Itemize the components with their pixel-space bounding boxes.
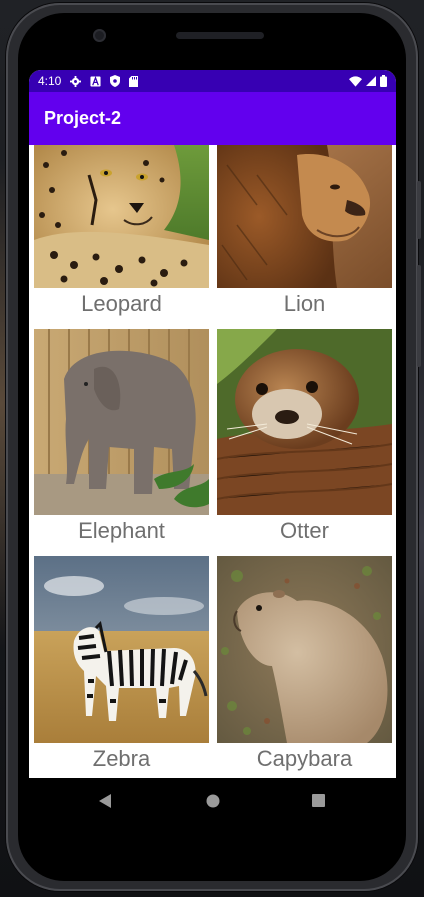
home-icon[interactable] bbox=[206, 794, 220, 808]
front-camera bbox=[93, 29, 106, 42]
animal-label: Lion bbox=[283, 291, 326, 316]
grid-item-elephant[interactable]: Elephant bbox=[34, 329, 209, 544]
capybara-photo bbox=[217, 556, 392, 743]
wifi-icon bbox=[349, 75, 362, 87]
a-icon bbox=[90, 75, 101, 87]
zebra-photo bbox=[34, 556, 209, 743]
animal-grid[interactable]: Leopard Lion Elephant Otter Zebra Capyba… bbox=[29, 145, 396, 778]
volume-button[interactable] bbox=[417, 265, 421, 367]
animal-label: Leopard bbox=[81, 291, 162, 316]
grid-item-lion[interactable]: Lion bbox=[217, 145, 392, 317]
status-time: 4:10 bbox=[38, 74, 62, 88]
elephant-photo bbox=[34, 329, 209, 515]
app-bar: Project-2 bbox=[29, 92, 396, 145]
otter-photo bbox=[217, 329, 392, 515]
back-icon[interactable] bbox=[99, 794, 113, 808]
recents-icon[interactable] bbox=[312, 794, 325, 807]
animal-label: Zebra bbox=[92, 746, 151, 771]
grid-item-zebra[interactable]: Zebra bbox=[34, 556, 209, 772]
signal-icon bbox=[366, 76, 376, 86]
grid-item-leopard[interactable]: Leopard bbox=[34, 145, 209, 317]
app-screen: 4:10 Project-2 Leopard Lion Elephant Ott… bbox=[29, 70, 396, 778]
cheetah-photo bbox=[34, 145, 209, 288]
navigation-bar bbox=[29, 778, 396, 826]
status-bar: 4:10 bbox=[29, 70, 396, 92]
app-title: Project-2 bbox=[44, 108, 122, 128]
earpiece-speaker bbox=[176, 32, 264, 39]
animal-label: Capybara bbox=[256, 746, 353, 771]
battery-icon bbox=[380, 75, 387, 87]
grid-item-otter[interactable]: Otter bbox=[217, 329, 392, 544]
grid-item-capybara[interactable]: Capybara bbox=[217, 556, 392, 772]
sd-card-icon bbox=[129, 75, 139, 87]
gear-icon bbox=[70, 75, 82, 87]
animal-label: Elephant bbox=[78, 518, 165, 543]
lion-photo bbox=[217, 145, 392, 288]
power-button[interactable] bbox=[417, 181, 421, 239]
shield-icon bbox=[110, 75, 121, 87]
animal-label: Otter bbox=[280, 518, 329, 543]
